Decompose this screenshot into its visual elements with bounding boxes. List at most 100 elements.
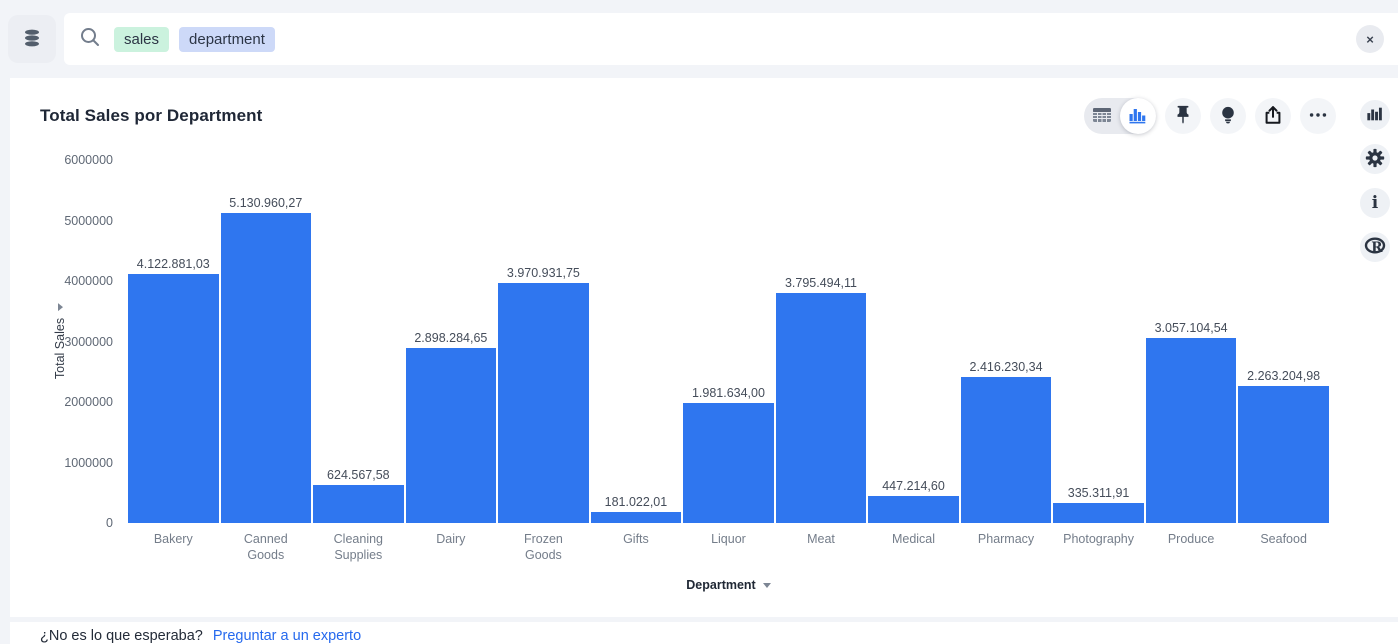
x-tick-label: Bakery	[127, 532, 220, 563]
bar-column: 181.022,01	[590, 160, 683, 523]
bar-column: 4.122.881,03	[127, 160, 220, 523]
y-tick-label: 1000000	[64, 456, 113, 470]
x-tick-label: Gifts	[590, 532, 683, 563]
bulb-icon	[1217, 104, 1239, 129]
more-options-button[interactable]	[1300, 98, 1336, 134]
bar[interactable]	[1053, 503, 1144, 523]
x-tick-label: Meat	[775, 532, 868, 563]
bar-value-label: 3.795.494,11	[785, 276, 857, 290]
bar[interactable]	[1238, 386, 1329, 523]
feedback-prompt: ¿No es lo que esperaba?	[40, 628, 203, 644]
bar-value-label: 4.122.881,03	[137, 257, 210, 271]
view-toggle	[1084, 98, 1156, 134]
x-tick-label: Frozen Goods	[497, 532, 590, 563]
bar-column: 3.970.931,75	[497, 160, 590, 523]
bar-value-label: 1.981.634,00	[692, 386, 765, 400]
bar-column: 2.898.284,65	[405, 160, 498, 523]
bar-column: 1.981.634,00	[682, 160, 775, 523]
search-icon	[78, 25, 102, 54]
bar-column: 3.795.494,11	[775, 160, 868, 523]
pin-button[interactable]	[1165, 98, 1201, 134]
bar[interactable]	[406, 348, 497, 523]
y-tick-label: 5000000	[64, 214, 113, 228]
share-icon	[1262, 104, 1284, 129]
data-source-button[interactable]	[8, 15, 56, 63]
x-tick-label: Medical	[867, 532, 960, 563]
chevron-down-icon	[763, 583, 771, 588]
bar-value-label: 3.970.931,75	[507, 266, 580, 280]
x-axis-title-label: Department	[686, 578, 755, 592]
bar-value-label: 3.057.104,54	[1155, 321, 1228, 335]
chart-type-button[interactable]	[1360, 100, 1390, 130]
bar[interactable]	[313, 485, 404, 523]
plot-area: 0100000020000003000000400000050000006000…	[127, 160, 1330, 523]
x-tick-label: Liquor	[682, 532, 775, 563]
pin-icon	[1172, 104, 1194, 129]
bar-column: 447.214,60	[867, 160, 960, 523]
y-tick-label: 2000000	[64, 395, 113, 409]
info-icon: i	[1372, 193, 1378, 213]
share-button[interactable]	[1255, 98, 1291, 134]
info-button[interactable]: i	[1360, 188, 1390, 218]
clear-search-button[interactable]: ×	[1356, 25, 1384, 53]
bar[interactable]	[1146, 338, 1237, 523]
bar[interactable]	[498, 283, 589, 523]
right-icon-rail: i R	[1360, 100, 1390, 262]
y-tick-label: 4000000	[64, 274, 113, 288]
answer-card: Total Sales por Department	[10, 78, 1398, 617]
bar[interactable]	[776, 293, 867, 523]
bar-value-label: 624.567,58	[327, 468, 390, 482]
bar[interactable]	[221, 213, 312, 523]
chart-type-icon	[1366, 105, 1384, 126]
search-input[interactable]: sales department ×	[64, 13, 1398, 65]
bar[interactable]	[591, 512, 682, 523]
bar-value-label: 2.416.230,34	[970, 360, 1043, 374]
bar-column: 5.130.960,27	[220, 160, 313, 523]
answer-title: Total Sales por Department	[40, 106, 262, 126]
bar-column: 2.263.204,98	[1237, 160, 1330, 523]
bar-value-label: 5.130.960,27	[229, 196, 302, 210]
y-tick-label: 6000000	[64, 153, 113, 167]
y-axis-title-label: Total Sales	[53, 318, 67, 379]
bar[interactable]	[868, 496, 959, 523]
r-logo-icon: R	[1363, 234, 1387, 261]
x-axis-title[interactable]: Department	[686, 578, 770, 592]
chevron-down-icon	[58, 303, 63, 311]
bar-column: 2.416.230,34	[960, 160, 1053, 523]
x-tick-label: Photography	[1052, 532, 1145, 563]
bar[interactable]	[683, 403, 774, 523]
bar[interactable]	[128, 274, 219, 523]
ask-expert-link[interactable]: Preguntar a un experto	[213, 628, 361, 644]
bar-column: 3.057.104,54	[1145, 160, 1238, 523]
bar-value-label: 2.263.204,98	[1247, 369, 1320, 383]
close-icon: ×	[1366, 32, 1374, 47]
x-tick-label: Cleaning Supplies	[312, 532, 405, 563]
table-view-icon	[1092, 105, 1112, 128]
chart-view-icon	[1128, 105, 1148, 128]
y-tick-label: 0	[106, 516, 113, 530]
x-axis-title-row: Department	[127, 578, 1330, 592]
bar-value-label: 335.311,91	[1068, 486, 1130, 500]
bar[interactable]	[961, 377, 1052, 523]
x-tick-label: Produce	[1145, 532, 1238, 563]
search-token-sales[interactable]: sales	[114, 27, 169, 52]
database-icon	[20, 26, 44, 53]
search-token-department[interactable]: department	[179, 27, 275, 52]
x-tick-label: Seafood	[1237, 532, 1330, 563]
bar-value-label: 447.214,60	[882, 479, 945, 493]
r-analysis-button[interactable]: R	[1360, 232, 1390, 262]
feedback-bar: ¿No es lo que esperaba? Preguntar a un e…	[10, 622, 1398, 644]
svg-text:R: R	[1371, 240, 1383, 256]
x-tick-label: Canned Goods	[220, 532, 313, 563]
top-search-bar: sales department ×	[0, 0, 1398, 78]
y-tick-label: 3000000	[64, 335, 113, 349]
x-tick-label: Pharmacy	[960, 532, 1053, 563]
chart-view-button[interactable]	[1120, 98, 1156, 134]
x-tick-label: Dairy	[405, 532, 498, 563]
bar-value-label: 2.898.284,65	[414, 331, 487, 345]
bar-column: 335.311,91	[1052, 160, 1145, 523]
settings-gear-icon	[1365, 148, 1385, 171]
configure-button[interactable]	[1360, 144, 1390, 174]
table-view-button[interactable]	[1084, 98, 1120, 134]
insights-button[interactable]	[1210, 98, 1246, 134]
